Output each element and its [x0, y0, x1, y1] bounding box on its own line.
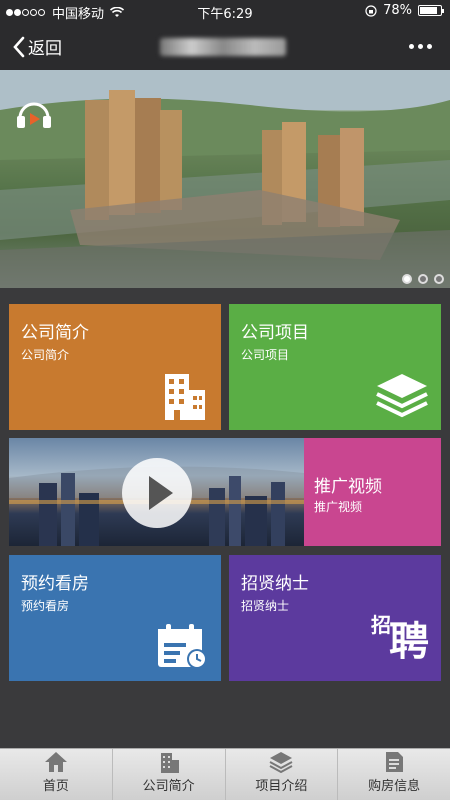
tab-project-intro[interactable]: 项目介绍: [226, 749, 339, 800]
tile-recruitment[interactable]: 招贤纳士 招贤纳士 招聘: [229, 555, 441, 681]
bottom-tab-bar: 首页 公司简介 项目介绍 购房信息: [0, 748, 450, 800]
banner-carousel[interactable]: [0, 70, 450, 288]
tile-subtitle: 招贤纳士: [241, 599, 290, 613]
calendar-icon: [158, 624, 207, 669]
orientation-lock-icon: [365, 4, 377, 17]
banner-image: [0, 70, 450, 288]
building-icon: [165, 374, 205, 420]
more-button[interactable]: [409, 44, 432, 49]
building-icon: [160, 753, 179, 773]
tile-subtitle: 推广视频: [314, 500, 363, 514]
chevron-left-icon: [13, 36, 25, 57]
recruit-icon-char: 聘: [389, 618, 429, 665]
tile-subtitle: 公司简介: [21, 348, 70, 362]
pager-dot[interactable]: [434, 274, 444, 284]
back-label: 返回: [28, 39, 62, 59]
play-icon[interactable]: [122, 458, 192, 528]
recruit-icon-small-char: 招: [371, 613, 391, 637]
tab-label: 首页: [42, 779, 69, 794]
pager-dot[interactable]: [418, 274, 428, 284]
tab-label: 购房信息: [368, 779, 421, 794]
tile-company-projects[interactable]: 公司项目 公司项目: [229, 304, 441, 430]
document-icon: [386, 752, 404, 772]
tile-title: 推广视频: [314, 477, 382, 497]
pager-dot[interactable]: [402, 274, 412, 284]
battery-icon: [418, 5, 444, 16]
recruit-icon: 招聘: [371, 609, 429, 667]
carousel-pager: [402, 274, 444, 284]
promo-video-thumbnail[interactable]: [9, 438, 304, 546]
page-title-redacted: [160, 38, 286, 56]
tab-home[interactable]: 首页: [0, 749, 113, 800]
home-icon: [44, 752, 67, 772]
tab-purchase-info[interactable]: 购房信息: [338, 749, 450, 800]
tab-label: 项目介绍: [255, 779, 308, 794]
tile-company-intro[interactable]: 公司简介 公司简介: [9, 304, 221, 430]
tile-title: 公司项目: [241, 323, 309, 343]
tile-promo-video[interactable]: 推广视频 推广视频: [304, 438, 441, 546]
battery-percent: 78%: [383, 3, 412, 18]
tile-subtitle: 预约看房: [21, 599, 70, 613]
layers-icon: [376, 374, 428, 418]
tab-company-intro[interactable]: 公司简介: [113, 749, 226, 800]
tab-label: 公司简介: [142, 779, 195, 794]
layers-icon: [269, 752, 293, 773]
tile-title: 招贤纳士: [241, 574, 309, 594]
tile-subtitle: 公司项目: [241, 348, 290, 362]
tile-title: 公司简介: [21, 323, 89, 343]
tile-book-viewing[interactable]: 预约看房 预约看房: [9, 555, 221, 681]
back-button[interactable]: 返回: [12, 34, 62, 59]
status-bar: 中国移动 下午6:29 78%: [0, 0, 450, 22]
audio-icon[interactable]: [14, 96, 54, 132]
nav-bar: 返回: [0, 22, 450, 70]
tile-title: 预约看房: [21, 574, 89, 594]
